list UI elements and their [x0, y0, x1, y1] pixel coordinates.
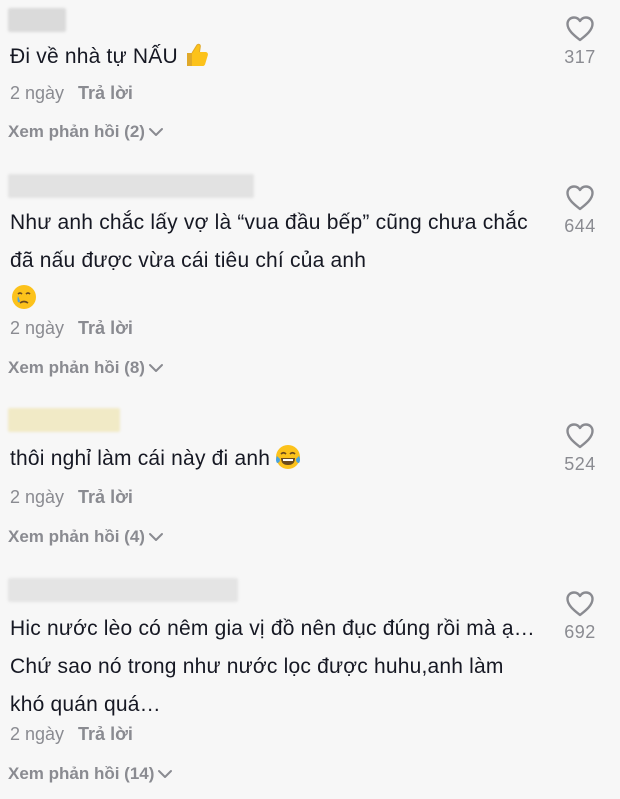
- comment-age: 2 ngày: [10, 487, 65, 507]
- comment-age: 2 ngày: [10, 83, 65, 103]
- heart-outline-icon[interactable]: [565, 15, 595, 43]
- username-redacted: [8, 578, 238, 602]
- comment-text-content: thôi nghỉ làm cái này đi anh: [10, 447, 271, 470]
- tears-of-joy-icon: [276, 445, 301, 469]
- view-replies-button[interactable]: Xem phản hồi (8): [8, 358, 164, 378]
- comment-text: Hic nước lèo có nêm gia vị đồ nên đục đú…: [10, 610, 535, 724]
- view-replies-button[interactable]: Xem phản hồi (2): [8, 122, 164, 142]
- comment-meta: 2 ngày Trả lời: [10, 83, 133, 104]
- like-count: 317: [564, 47, 596, 67]
- comment-meta: 2 ngày Trả lời: [10, 724, 133, 745]
- reply-button[interactable]: Trả lời: [78, 724, 133, 744]
- chevron-down-icon: [148, 533, 163, 541]
- like-count: 524: [564, 454, 596, 474]
- thumbs-up-icon: [186, 43, 208, 66]
- like-count: 644: [564, 216, 596, 236]
- username-redacted: [8, 408, 120, 432]
- like-count: 692: [564, 622, 596, 642]
- view-replies-button[interactable]: Xem phản hồi (4): [8, 527, 164, 547]
- chevron-down-icon: [148, 364, 163, 372]
- reply-button[interactable]: Trả lời: [78, 487, 133, 507]
- view-replies-label: Xem phản hồi (2): [8, 122, 145, 141]
- comment-text: Như anh chắc lấy vợ là “vua đầu bếp” cũn…: [10, 204, 535, 318]
- heart-outline-icon[interactable]: [565, 184, 595, 212]
- view-replies-button[interactable]: Xem phản hồi (14): [8, 764, 173, 784]
- comment-text-content: Đi về nhà tự NẤU: [10, 45, 178, 68]
- comment-meta: 2 ngày Trả lời: [10, 318, 133, 339]
- comment-text: Đi về nhà tự NẤU: [10, 38, 535, 76]
- heart-outline-icon[interactable]: [565, 590, 595, 618]
- view-replies-label: Xem phản hồi (4): [8, 527, 145, 546]
- comment-text-content: Như anh chắc lấy vợ là “vua đầu bếp” cũn…: [10, 211, 528, 272]
- comment-age: 2 ngày: [10, 318, 65, 338]
- comment-age: 2 ngày: [10, 724, 65, 744]
- reply-button[interactable]: Trả lời: [78, 318, 133, 338]
- chevron-down-icon: [158, 770, 173, 778]
- like-control: 644: [540, 184, 620, 237]
- username-redacted: [8, 8, 66, 32]
- chevron-down-icon: [148, 128, 163, 136]
- view-replies-label: Xem phản hồi (14): [8, 764, 155, 783]
- view-replies-label: Xem phản hồi (8): [8, 358, 145, 377]
- like-control: 317: [540, 15, 620, 68]
- heart-outline-icon[interactable]: [565, 422, 595, 450]
- like-control: 524: [540, 422, 620, 475]
- comment-text-content: Hic nước lèo có nêm gia vị đồ nên đục đú…: [10, 617, 535, 716]
- reply-button[interactable]: Trả lời: [78, 83, 133, 103]
- like-control: 692: [540, 590, 620, 643]
- username-redacted: [8, 174, 254, 198]
- comment-meta: 2 ngày Trả lời: [10, 487, 133, 508]
- comment-text: thôi nghỉ làm cái này đi anh: [10, 440, 535, 478]
- crying-face-icon: [12, 285, 36, 309]
